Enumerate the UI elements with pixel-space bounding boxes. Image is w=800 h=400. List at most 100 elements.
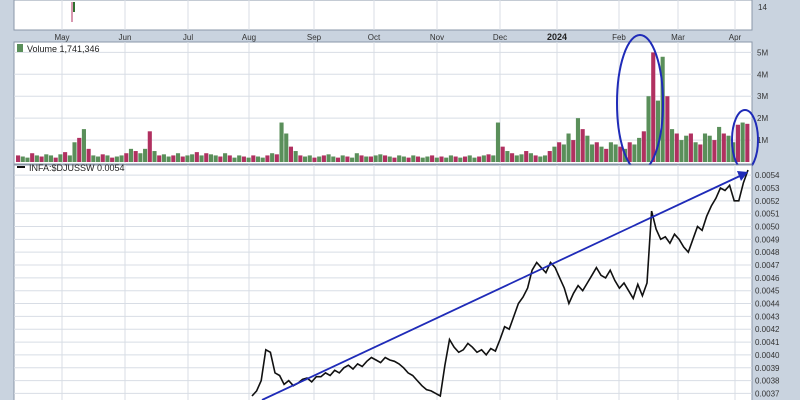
volume-bar — [425, 156, 430, 162]
volume-bar — [420, 157, 425, 162]
volume-bar — [251, 155, 256, 162]
volume-bar — [321, 155, 326, 162]
volume-bar — [378, 154, 383, 162]
volume-bar — [204, 153, 209, 162]
volume-bar — [34, 155, 39, 162]
ratio-ytick: 0.0038 — [755, 377, 780, 386]
volume-bar — [255, 156, 261, 162]
volume-bar — [213, 155, 218, 162]
month-label: May — [54, 33, 69, 42]
volume-bar — [237, 155, 242, 162]
volume-bar — [293, 151, 298, 162]
ratio-ytick: 0.0037 — [755, 389, 780, 398]
volume-bar — [223, 153, 228, 162]
volume-bar — [411, 155, 416, 162]
volume-bar — [604, 148, 609, 162]
volume-bar — [368, 156, 373, 162]
volume-bar — [133, 151, 138, 162]
volume-bar — [30, 153, 35, 162]
ratio-ytick: 0.0050 — [755, 223, 780, 232]
volume-bar — [712, 140, 717, 162]
volume-bar — [406, 157, 411, 162]
volume-bar — [519, 154, 524, 162]
volume-bar — [166, 156, 171, 162]
volume-bar — [590, 144, 595, 162]
month-label: Apr — [729, 33, 742, 42]
volume-bar — [152, 151, 157, 162]
volume-bar — [721, 133, 726, 162]
volume-bar — [448, 155, 453, 162]
volume-bar — [194, 152, 199, 162]
ratio-legend-label: INFA:$DJUSSW 0.0054 — [29, 163, 125, 173]
volume-bar — [171, 155, 176, 162]
volume-bar — [702, 133, 708, 162]
volume-bar — [63, 152, 68, 162]
volume-bar — [100, 154, 105, 162]
month-label: Feb — [612, 33, 626, 42]
volume-bar — [265, 155, 270, 162]
volume-bar — [303, 156, 308, 162]
volume-bar — [190, 154, 195, 162]
volume-bar — [585, 135, 590, 162]
volume-bar — [462, 156, 468, 162]
volume-bar — [335, 157, 341, 162]
volume-bar — [114, 156, 119, 162]
volume-bar — [740, 122, 745, 162]
month-label: Sep — [307, 33, 322, 42]
volume-bar — [444, 157, 449, 162]
volume-legend: Volume 1,741,346 — [17, 44, 100, 54]
volume-bar — [439, 156, 444, 162]
volume-bar — [434, 157, 439, 162]
volume-bar — [735, 124, 740, 162]
volume-bar — [270, 153, 275, 162]
volume-ytick: 4M — [757, 70, 768, 79]
volume-bar — [392, 157, 397, 162]
volume-bar — [180, 156, 185, 162]
volume-bar — [430, 155, 435, 162]
volume-bar — [458, 157, 463, 162]
volume-bar — [110, 157, 115, 162]
volume-bar — [72, 142, 77, 162]
volume-bar — [143, 148, 148, 162]
volume-bar — [693, 142, 698, 162]
volume-bar — [364, 156, 369, 162]
volume-bar — [538, 156, 543, 162]
volume-bar — [651, 52, 656, 162]
volume-bar — [637, 137, 642, 162]
month-label: Jul — [183, 33, 193, 42]
volume-bar — [477, 156, 482, 162]
volume-bar — [571, 140, 576, 162]
volume-bar — [670, 129, 675, 162]
volume-bar — [491, 155, 496, 162]
volume-bar — [312, 157, 317, 162]
ratio-ytick: 0.0045 — [755, 287, 780, 296]
volume-bar — [726, 135, 731, 162]
volume-bar — [397, 155, 402, 162]
volume-bar — [359, 155, 364, 162]
volume-bar — [354, 153, 359, 162]
volume-bar — [124, 153, 129, 162]
volume-bar — [25, 157, 30, 162]
volume-bar — [481, 155, 486, 162]
ratio-ytick: 0.0042 — [755, 325, 780, 334]
volume-bar — [274, 154, 279, 162]
volume-bar — [665, 96, 670, 162]
ratio-ytick: 0.0054 — [755, 171, 780, 180]
volume-bar — [533, 155, 538, 162]
ratio-legend: INFA:$DJUSSW 0.0054 — [17, 163, 125, 173]
volume-bar — [307, 155, 312, 162]
volume-bar — [500, 146, 505, 162]
volume-bar — [486, 154, 491, 162]
volume-bar — [246, 157, 251, 162]
ratio-ytick: 0.0040 — [755, 351, 780, 360]
month-label: Dec — [493, 33, 507, 42]
volume-bar — [684, 135, 689, 162]
volume-bar — [16, 155, 21, 162]
volume-bar — [561, 144, 566, 162]
volume-bar — [674, 133, 679, 162]
month-label: Mar — [671, 33, 685, 42]
volume-bar — [260, 157, 265, 162]
volume-bar — [340, 155, 345, 162]
volume-bar — [44, 154, 49, 162]
volume-bar — [48, 155, 54, 162]
